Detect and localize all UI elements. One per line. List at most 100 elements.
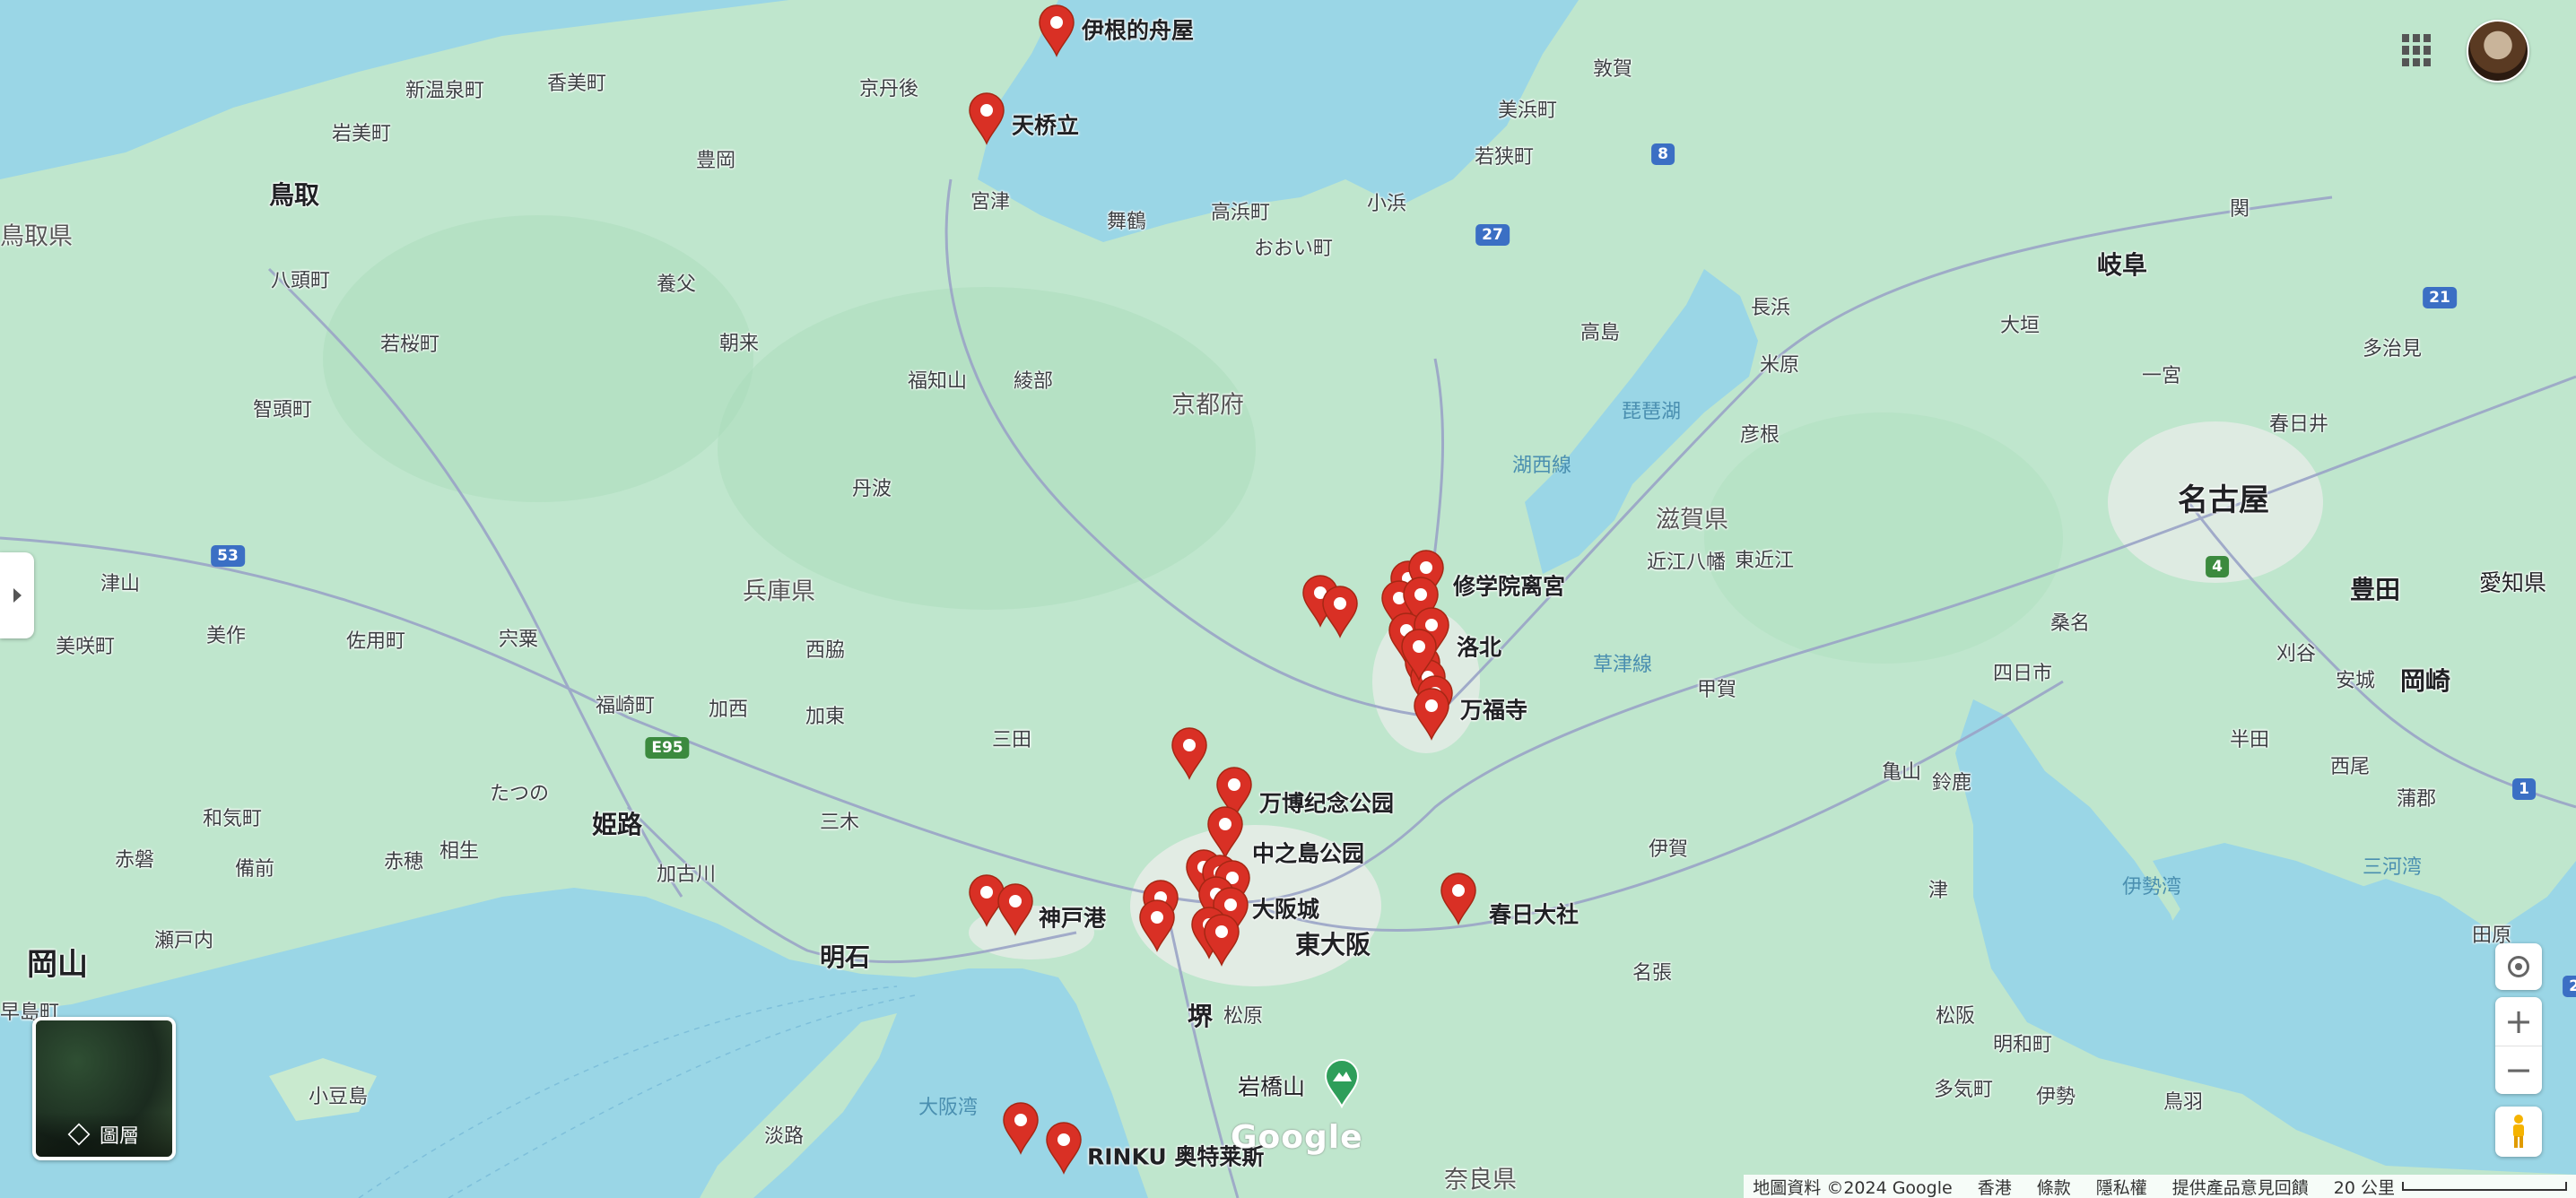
poi-label[interactable]: 伊根的舟屋	[1082, 20, 1194, 42]
map-canvas[interactable]: 鳥取 鳥取県 八頭町 若桜町 智頭町 新温泉町 香美町 岩美町 豊岡 京丹後 宮津 舞鶴 高浜町 おおい町…	[0, 0, 2576, 1198]
poi-label[interactable]: 洛北	[1457, 637, 1501, 659]
poi-label[interactable]: 春日大社	[1489, 904, 1579, 926]
feedback-link[interactable]: 提供產品意見回饋	[2172, 1175, 2309, 1198]
place-label: 湖西線	[1512, 455, 1572, 477]
map-terrain	[0, 0, 2576, 1198]
place-label: 相生	[439, 840, 480, 863]
terms-link[interactable]: 條款	[2037, 1175, 2071, 1198]
place-label: 岐阜	[2097, 250, 2148, 280]
layers-label: 圖層	[99, 1125, 139, 1148]
place-label: 一宮	[2142, 365, 2182, 387]
place-label: 敦賀	[1593, 58, 1633, 81]
poi-label[interactable]: 神戸港	[1039, 907, 1106, 930]
avatar[interactable]	[2467, 20, 2529, 82]
place-pin-icon[interactable]	[1399, 628, 1439, 681]
zoom-control: + −	[2495, 997, 2542, 1094]
road-shield: 1	[2512, 778, 2536, 800]
place-label: 滋賀県	[1656, 506, 1728, 534]
place-label: 大垣	[2000, 315, 2041, 337]
place-label: 加西	[709, 699, 749, 721]
place-label: 松原	[1223, 1005, 1264, 1028]
place-label: 若狭町	[1475, 146, 1535, 169]
place-pin-icon[interactable]	[1439, 872, 1478, 925]
place-pin-icon[interactable]	[1044, 1121, 1083, 1175]
place-label: 赤穂	[384, 851, 424, 873]
my-location-button[interactable]	[2495, 943, 2542, 990]
place-pin-icon[interactable]	[967, 91, 1006, 145]
place-pin-icon[interactable]	[1137, 898, 1177, 952]
place-label: 八頭町	[271, 270, 331, 292]
region-link[interactable]: 香港	[1978, 1175, 2012, 1198]
place-pin-icon[interactable]	[996, 882, 1035, 936]
place-label: 津山	[100, 573, 141, 595]
poi-label[interactable]: 中之島公园	[1252, 843, 1364, 865]
place-label: 近江八幡	[1647, 551, 1727, 574]
scale-line	[2402, 1182, 2567, 1191]
place-label: 愛知県	[2479, 569, 2547, 596]
place-label: 奈良県	[1444, 1166, 1517, 1194]
chevron-right-icon	[13, 588, 22, 603]
place-label: 名古屋	[2178, 482, 2269, 518]
privacy-link[interactable]: 隱私權	[2096, 1175, 2147, 1198]
zoom-out-button[interactable]: −	[2495, 1046, 2542, 1095]
road-shield: 53	[211, 545, 245, 567]
place-label: 加東	[805, 706, 846, 728]
place-label: 舞鶴	[1107, 211, 1147, 233]
place-label: 東大阪	[1295, 930, 1371, 959]
apps-grid-icon[interactable]	[2402, 34, 2434, 66]
place-label: 備前	[235, 858, 275, 881]
poi-label[interactable]: 万博纪念公园	[1259, 793, 1394, 815]
place-pin-icon[interactable]	[1202, 913, 1241, 967]
place-pin-icon[interactable]	[1320, 585, 1360, 638]
place-label: 佐用町	[346, 630, 406, 653]
place-pin-icon[interactable]	[1170, 726, 1209, 780]
pegman-button[interactable]	[2495, 1107, 2542, 1157]
place-label: おおい町	[1254, 238, 1334, 260]
place-label: 津	[1928, 880, 1949, 902]
scale-bar[interactable]: 20 公里	[2334, 1175, 2567, 1198]
place-label: 鳥羽	[2163, 1091, 2204, 1114]
pegman-icon	[2513, 1115, 2524, 1148]
place-label: 美作	[206, 625, 247, 647]
place-label: 半田	[2230, 729, 2270, 751]
place-label: 京都府	[1171, 391, 1244, 420]
place-label: 蒲郡	[2397, 788, 2437, 811]
place-label: 伊賀	[1649, 838, 1689, 861]
poi-label[interactable]: 大阪城	[1252, 898, 1319, 921]
place-label: 養父	[657, 273, 697, 296]
place-label: 東近江	[1735, 550, 1795, 572]
place-label: 宮津	[970, 191, 1011, 213]
attribution-bar: 地圖資料 ©2024 Google 香港 條款 隱私權 提供產品意見回饋 20 …	[1744, 1175, 2576, 1198]
zoom-in-button[interactable]: +	[2495, 997, 2542, 1046]
place-pin-icon[interactable]	[1037, 4, 1076, 57]
place-label: 朝来	[719, 333, 760, 355]
place-pin-icon[interactable]	[1001, 1101, 1040, 1155]
place-label: 小豆島	[309, 1086, 369, 1108]
place-label: 三田	[992, 729, 1032, 751]
place-label: 宍粟	[499, 629, 539, 651]
google-logo: Google	[1231, 1119, 1363, 1156]
place-label: 関	[2230, 198, 2250, 221]
place-label: 琵琶湖	[1622, 401, 1682, 423]
place-label: 堺	[1188, 1002, 1214, 1031]
place-label: 高島	[1580, 322, 1621, 344]
place-label: 三木	[820, 812, 860, 834]
place-pin-icon[interactable]	[1412, 687, 1451, 741]
place-label: 四日市	[1993, 663, 2053, 685]
poi-label[interactable]: 万福寺	[1460, 699, 1527, 722]
poi-label[interactable]: 修学院离宮	[1453, 576, 1565, 598]
place-label: 福知山	[908, 370, 968, 393]
sidebar-toggle[interactable]	[0, 552, 34, 638]
place-label: 福崎町	[596, 695, 656, 717]
place-label: 和気町	[203, 808, 263, 830]
poi-label[interactable]: 天桥立	[1012, 115, 1079, 137]
road-shield: 27	[1475, 224, 1510, 246]
place-label: 刈谷	[2276, 643, 2317, 665]
my-location-icon	[2508, 956, 2529, 977]
place-label: 彦根	[1740, 424, 1780, 447]
layers-button[interactable]: 圖層	[32, 1017, 176, 1160]
place-label: 丹波	[852, 478, 892, 500]
place-label: 松阪	[1936, 1005, 1976, 1028]
mountain-pin-icon[interactable]	[1324, 1058, 1360, 1108]
map-data-credit: 地圖資料 ©2024 Google	[1753, 1177, 1953, 1198]
